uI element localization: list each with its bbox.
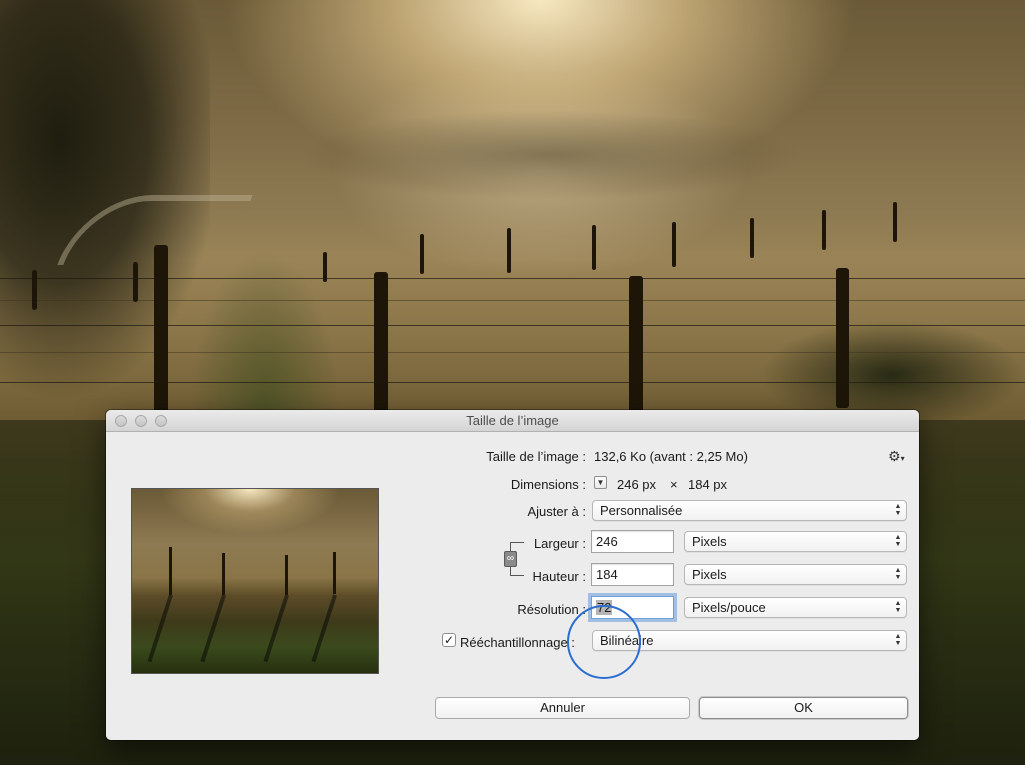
preview-post-shadow [200,594,226,663]
zoom-window-button[interactable] [155,415,167,427]
fence-post [836,268,849,408]
constrain-bracket-top [510,542,524,543]
up-down-arrows-icon: ▲ ▼ [894,633,902,647]
fence-post [133,262,138,302]
gear-icon[interactable]: ⚙▾ [888,449,905,466]
image-preview[interactable] [131,488,379,674]
preview-post-shadow [147,594,173,663]
height-unit-value: Pixels [692,567,727,582]
fence-post [893,202,897,242]
preview-fence-post [333,552,336,594]
preview-fence-post [222,553,225,595]
fence-post [822,210,826,250]
chain-link-icon[interactable]: ∞ [504,551,517,567]
fence-post [154,245,168,415]
preview-post-shadow [311,594,337,663]
image-size-label: Taille de l’image : [486,449,586,464]
resolution-unit-value: Pixels/pouce [692,600,766,615]
ok-button[interactable]: OK [699,697,908,719]
width-unit-select[interactable]: Pixels ▲ ▼ [684,531,907,552]
resample-label[interactable]: Rééchantillonnage : [460,635,575,650]
fit-to-label: Ajuster à : [527,504,586,519]
fence-post [32,270,37,310]
height-label: Hauteur : [532,569,586,584]
triangle-down-icon[interactable]: ▼ [594,476,607,489]
dialog-body: ⚙▾ Taille de l’image : 132,6 Ko (avant :… [106,432,919,740]
checkmark-icon: ✓ [443,633,455,647]
preview-post-shadow [263,594,289,663]
height-unit-select[interactable]: Pixels ▲ ▼ [684,564,907,585]
fit-to-select[interactable]: Personnalisée ▲ ▼ [592,500,907,521]
fence-post [750,218,754,258]
close-window-button[interactable] [115,415,127,427]
fence-post [672,222,676,267]
up-down-arrows-icon: ▲ ▼ [894,503,902,517]
fence-post [592,225,596,270]
image-size-value: 132,6 Ko (avant : 2,25 Mo) [594,449,748,464]
fit-to-value: Personnalisée [600,503,683,518]
dialog-titlebar[interactable]: Taille de l’image [106,410,919,432]
height-input[interactable]: 184 [591,563,674,586]
dimensions-width-value: 246 px [617,477,657,492]
up-down-arrows-icon: ▲ ▼ [894,534,902,548]
up-down-arrows-icon: ▲ ▼ [894,600,902,614]
dimensions-times-sign: × [670,477,678,492]
fence-post [323,252,327,282]
fence-post [629,276,643,416]
preview-fence-post [285,555,288,595]
dialog-title: Taille de l’image [466,413,559,428]
width-input[interactable]: 246 [591,530,674,553]
image-size-dialog: Taille de l’image ⚙▾ Taille de l’image :… [106,410,919,740]
dimensions-height-value: 184 px [688,477,728,492]
annotation-circle [567,605,641,679]
resolution-label: Résolution : [517,602,586,617]
minimize-window-button[interactable] [135,415,147,427]
dimensions-label: Dimensions : [510,477,586,492]
background-trees [300,110,800,200]
fence-post [374,272,388,417]
cancel-button[interactable]: Annuler [435,697,690,719]
resample-checkbox[interactable]: ✓ [442,633,456,647]
background-bush [190,250,340,410]
resolution-unit-select[interactable]: Pixels/pouce ▲ ▼ [684,597,907,618]
width-label: Largeur : [533,536,586,551]
fence-post [507,228,511,273]
width-unit-value: Pixels [692,534,727,549]
up-down-arrows-icon: ▲ ▼ [894,567,902,581]
fence-post [420,234,424,274]
constrain-bracket-bottom [510,575,524,576]
preview-fence-post [169,547,172,595]
